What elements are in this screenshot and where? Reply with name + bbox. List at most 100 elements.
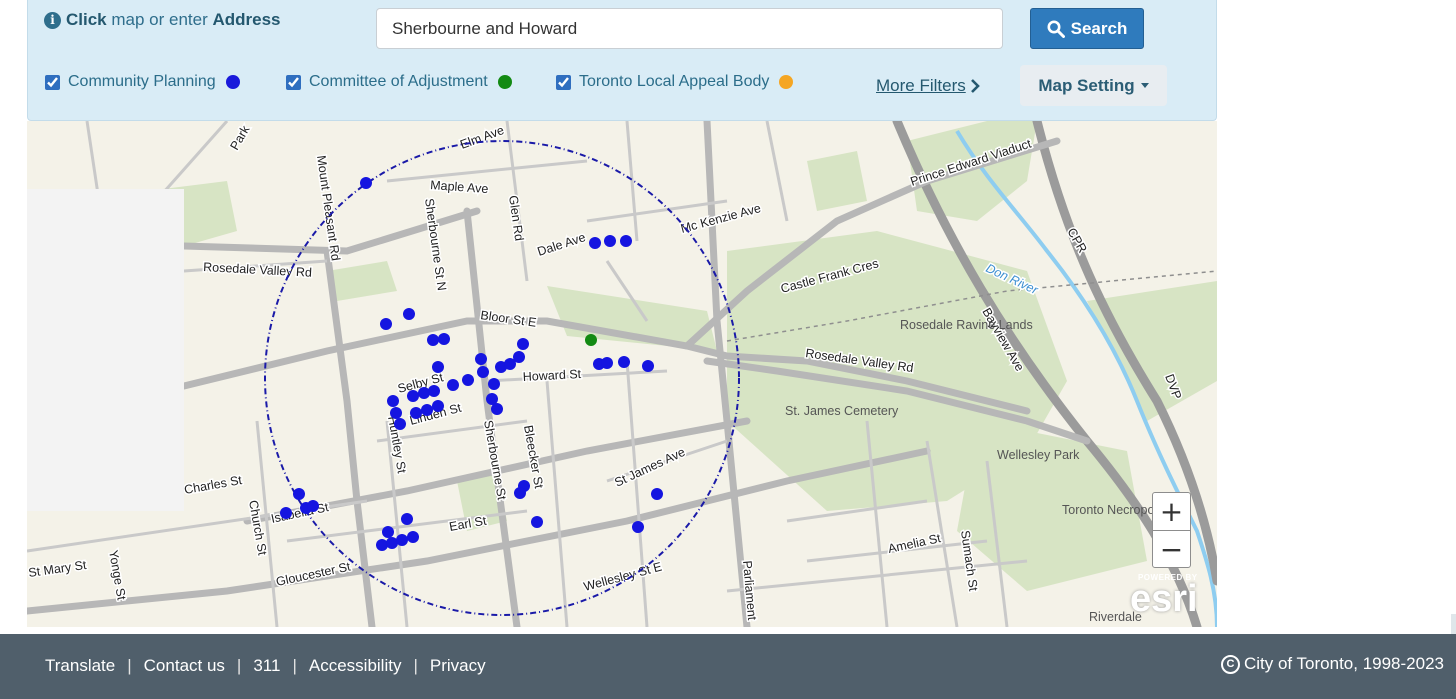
street-label: Amelia St [887,531,943,556]
application-marker[interactable] [531,516,543,528]
street-label: St James Ave [612,445,687,490]
street-label: Gloucester St [275,559,352,589]
copyright-text: City of Toronto, 1998-2023 [1243,654,1444,673]
street-label: Sherbourne St N [422,197,449,291]
hint-click: Click [66,10,107,29]
info-icon: i [44,12,61,29]
privacy-link[interactable]: Privacy [430,656,486,676]
contact-us-link[interactable]: Contact us [144,656,225,676]
esri-wordmark: esri [1130,578,1198,620]
park-label: Rosedale Ravine Lands [900,318,1033,332]
application-marker[interactable] [307,500,319,512]
application-marker[interactable] [410,407,422,419]
side-scroll-element [1451,614,1456,634]
application-marker[interactable] [401,513,413,525]
caret-down-icon [1140,83,1149,88]
search-hint: i Click map or enter Address [44,10,281,30]
application-marker[interactable] [513,351,525,363]
application-marker[interactable] [403,308,415,320]
application-marker[interactable] [418,387,430,399]
street-label: Isabella St [270,500,331,526]
translate-link[interactable]: Translate [45,656,115,676]
application-marker[interactable] [390,407,402,419]
street-label: Elm Ave [458,123,506,152]
filter-label: Committee of Adjustment [309,73,488,90]
application-marker[interactable] [477,366,489,378]
zoom-control: + − [1152,492,1191,568]
street-label: Mount Pleasant Rd [314,154,343,261]
hint-middle: map or enter [106,10,213,29]
hint-address: Address [212,10,281,29]
accessibility-link[interactable]: Accessibility [309,656,402,676]
footer: Translate | Contact us | 311 | Accessibi… [0,634,1456,699]
separator: | [127,656,132,675]
tlab-checkbox[interactable] [556,74,571,90]
filter-tlab[interactable]: Toronto Local Appeal Body [556,73,794,91]
application-marker[interactable] [447,379,459,391]
application-marker[interactable] [517,338,529,350]
map-placeholder-panel [27,189,184,511]
address-input[interactable] [376,8,1003,49]
separator: | [292,656,297,675]
map-setting-dropdown[interactable]: Map Setting [1020,65,1167,106]
map-view[interactable]: Elm Ave Maple Ave Mount Pleasant Rd Sher… [27,121,1217,627]
application-marker[interactable] [604,235,616,247]
application-marker[interactable] [651,488,663,500]
more-filters-link[interactable]: More Filters [876,76,980,96]
filter-committee-of-adjustment[interactable]: Committee of Adjustment [286,73,512,91]
application-marker[interactable] [491,403,503,415]
application-marker[interactable] [432,400,444,412]
community-planning-checkbox[interactable] [45,74,60,90]
street-label: Earl St [448,514,488,534]
application-marker[interactable] [642,360,654,372]
application-marker[interactable] [428,385,440,397]
park-label: St. James Cemetery [785,404,899,418]
filter-community-planning[interactable]: Community Planning [45,73,240,91]
search-button[interactable]: Search [1030,8,1144,49]
zoom-out-button[interactable]: − [1153,531,1190,568]
street-label: Glen Rd [506,194,526,241]
street-label: Park [227,123,252,153]
311-link[interactable]: 311 [253,656,280,676]
application-marker[interactable] [514,487,526,499]
application-marker[interactable] [293,488,305,500]
filter-label: Toronto Local Appeal Body [579,73,770,90]
blue-dot-icon [225,75,240,89]
park-label: Toronto Necropolis [1062,503,1166,517]
application-marker[interactable] [475,353,487,365]
application-marker[interactable] [620,235,632,247]
street-label: St Mary St [27,558,87,580]
application-marker[interactable] [589,237,601,249]
application-marker[interactable] [387,395,399,407]
committee-of-adjustment-checkbox[interactable] [286,74,301,90]
application-marker[interactable] [632,521,644,533]
application-marker[interactable] [380,318,392,330]
application-marker[interactable] [432,361,444,373]
application-marker[interactable] [421,404,433,416]
coa-marker[interactable] [585,334,597,346]
application-marker[interactable] [438,333,450,345]
street-label: CPR [1064,226,1089,256]
application-marker[interactable] [462,374,474,386]
search-icon [1047,20,1065,38]
application-marker[interactable] [382,526,394,538]
application-marker[interactable] [407,390,419,402]
street-label: Bloor St E [480,308,538,330]
separator: | [413,656,418,675]
application-marker[interactable] [601,357,613,369]
application-marker[interactable] [427,334,439,346]
basemap[interactable]: Elm Ave Maple Ave Mount Pleasant Rd Sher… [27,121,1217,627]
search-button-label: Search [1070,18,1128,38]
zoom-in-button[interactable]: + [1153,493,1190,531]
application-marker[interactable] [394,418,406,430]
copyright: C City of Toronto, 1998-2023 [1220,654,1444,674]
application-marker[interactable] [280,507,292,519]
map-setting-label: Map Setting [1038,75,1135,95]
application-marker[interactable] [376,539,388,551]
application-marker[interactable] [407,531,419,543]
street-label: Dale Ave [536,230,588,259]
application-marker[interactable] [396,534,408,546]
application-marker[interactable] [488,378,500,390]
application-marker[interactable] [360,177,372,189]
application-marker[interactable] [618,356,630,368]
